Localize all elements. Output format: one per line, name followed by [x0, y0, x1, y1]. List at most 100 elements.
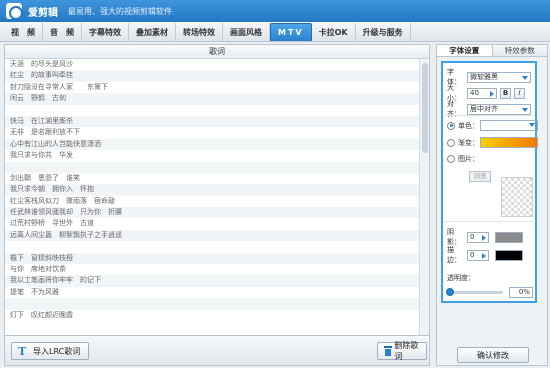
tab-karaoke[interactable]: 卡拉OK — [312, 23, 356, 41]
font-settings-panel: 字体设置 特效参数 字体： 微软雅黑 大小： 40 B I 对齐： 居中对齐 单… — [436, 44, 548, 366]
lyric-line[interactable]: 我只求与你共 华发 — [5, 150, 419, 161]
browse-image-button[interactable]: 浏览 — [469, 171, 491, 182]
align-label: 对齐： — [447, 100, 461, 118]
shadow-label: 阴影： — [447, 228, 461, 246]
single-color-label: 单色： — [458, 121, 479, 130]
tab-mtv[interactable]: MTV — [270, 23, 312, 41]
font-size-value: 40 — [470, 88, 479, 97]
lyric-line[interactable]: 封刀隐没在寻常人家 东篱下 — [5, 82, 419, 93]
image-radio[interactable] — [447, 155, 455, 163]
lyric-line[interactable]: 心中有江山的人岂能快意潇洒 — [5, 138, 419, 151]
divider — [445, 221, 533, 222]
chevron-down-icon — [529, 123, 535, 127]
text-t-icon: T — [18, 344, 27, 358]
lyric-line[interactable]: 无非 是名跟利放不下 — [5, 127, 419, 138]
lyric-line[interactable] — [5, 298, 419, 310]
tab-picture-style[interactable]: 画面风格 — [223, 23, 270, 41]
gradient-label: 渐变： — [458, 138, 479, 147]
trash-icon — [384, 346, 393, 356]
browse-row: 浏览 — [469, 171, 491, 182]
single-color-picker[interactable] — [480, 120, 538, 131]
lyric-line[interactable]: 过荒村野桥 寻世外 古道 — [5, 218, 419, 229]
stroke-value: 0 — [470, 250, 475, 259]
lyric-line[interactable]: 提笔 不为风雅 — [5, 287, 419, 298]
lyric-line[interactable] — [5, 105, 419, 116]
align-row: 对齐： 居中对齐 — [447, 99, 531, 119]
opacity-value[interactable]: 0% — [509, 287, 533, 298]
lyric-line[interactable] — [5, 241, 419, 252]
confirm-changes-button[interactable]: 确认修改 — [457, 347, 529, 363]
stroke-color-picker[interactable] — [495, 249, 523, 261]
lyrics-panel: 歌词 天涯 的尽头是风沙 红尘 的故事叫牵挂 封刀隐没在寻常人家 东篱下 闲云 野鹤 … — [4, 44, 430, 336]
tab-subtitle-effects[interactable]: 字幕特效 — [82, 23, 129, 41]
align-value: 居中对齐 — [470, 104, 498, 113]
tab-font-settings[interactable]: 字体设置 — [437, 45, 493, 56]
lyric-line[interactable]: 灯下 叹红颜近晚霞 — [5, 310, 419, 321]
divider — [445, 115, 533, 116]
lyric-line[interactable]: 红尘 的故事叫牵挂 — [5, 70, 419, 82]
stroke-label: 描边： — [447, 246, 461, 264]
tab-effect-params[interactable]: 特效参数 — [492, 45, 547, 56]
app-slogan: 最易用、强大的视频剪辑软件 — [68, 6, 172, 16]
shadow-stepper[interactable]: 0 — [467, 231, 489, 243]
import-lrc-label: 导入LRC歌词 — [33, 346, 81, 356]
lyric-line[interactable]: 远离人间尘嚣 柳絮飘执子之手逍遥 — [5, 229, 419, 242]
single-color-radio[interactable] — [447, 121, 455, 130]
bold-button[interactable]: B — [500, 87, 511, 99]
gradient-color-picker[interactable] — [480, 137, 538, 148]
tab-audio[interactable]: 音 频 — [43, 23, 82, 41]
chevron-right-icon — [482, 252, 486, 259]
lyrics-toolbar: T 导入LRC歌词 删除歌词 — [4, 336, 430, 366]
align-select[interactable]: 居中对齐 — [467, 103, 531, 115]
delete-lyrics-label: 删除歌词 — [394, 341, 419, 361]
opacity-slider-track[interactable] — [447, 291, 503, 294]
gradient-row: 渐变： — [447, 137, 538, 148]
lyric-line[interactable]: 剑出鞘 恩怨了 谁笑 — [5, 173, 419, 184]
chevron-down-icon — [522, 107, 528, 112]
font-family-value: 微软雅黑 — [470, 72, 498, 81]
shadow-value: 0 — [470, 232, 475, 241]
stroke-stepper[interactable]: 0 — [467, 249, 489, 261]
tab-video[interactable]: 视 频 — [4, 23, 43, 41]
tab-upgrade-service[interactable]: 升级与服务 — [356, 23, 411, 41]
app-logo-icon — [6, 3, 23, 20]
opacity-row: 透明度： — [447, 273, 475, 283]
import-lrc-button[interactable]: T 导入LRC歌词 — [11, 342, 89, 360]
lyrics-list: 天涯 的尽头是风沙 红尘 的故事叫牵挂 封刀隐没在寻常人家 东篱下 闲云 野鹤 古刹快… — [5, 59, 419, 335]
lyric-line[interactable]: 快马 在江湖里厮杀 — [5, 115, 419, 128]
lyric-line[interactable] — [5, 161, 419, 173]
scrollbar-thumb[interactable] — [422, 63, 428, 153]
lyric-line[interactable]: 檐下 窗棂斜映枝桠 — [5, 252, 419, 265]
font-settings-box: 字体： 微软雅黑 大小： 40 B I 对齐： 居中对齐 单色： 渐变： 图片：… — [441, 61, 538, 303]
image-row: 图片： — [447, 154, 480, 164]
opacity-label: 透明度： — [447, 274, 475, 282]
delete-lyrics-button[interactable]: 删除歌词 — [377, 341, 427, 361]
gradient-radio[interactable] — [447, 138, 455, 147]
settings-tabs: 字体设置 特效参数 — [437, 45, 547, 57]
chevron-right-icon — [482, 234, 486, 241]
lyric-line[interactable]: 天涯 的尽头是风沙 — [5, 59, 419, 70]
tab-overlay-material[interactable]: 叠加素材 — [129, 23, 176, 41]
image-preview — [501, 177, 533, 217]
app-name: 爱剪辑 — [28, 7, 58, 19]
tab-transition-effects[interactable]: 转场特效 — [176, 23, 223, 41]
lyric-line[interactable]: 闲云 野鹤 古刹 — [5, 93, 419, 105]
lyric-line[interactable]: 任武林谁领风骚我却 只为你 折腰 — [5, 207, 419, 219]
opacity-slider-handle[interactable] — [446, 288, 454, 296]
shadow-color-picker[interactable] — [495, 231, 523, 243]
shadow-row: 阴影： 0 — [447, 227, 523, 247]
italic-button[interactable]: I — [514, 87, 525, 99]
lyric-line[interactable]: 红尘客栈风似刀 骤雨落 宿命敲 — [5, 196, 419, 207]
stroke-row: 描边： 0 — [447, 245, 523, 265]
chevron-down-icon — [522, 75, 528, 80]
lyric-line[interactable]: 我只求今朝 拥你入 怀抱 — [5, 184, 419, 196]
image-label: 图片： — [458, 155, 479, 163]
font-family-select[interactable]: 微软雅黑 — [467, 71, 531, 83]
single-color-row: 单色： — [447, 120, 538, 131]
main-tab-bar: 视 频 音 频 字幕特效 叠加素材 转场特效 画面风格 MTV 卡拉OK 升级与… — [0, 22, 550, 42]
lyric-line[interactable]: 与你 席地对饮茶 — [5, 264, 419, 275]
lyrics-scrollbar[interactable] — [419, 59, 429, 335]
font-size-stepper[interactable]: 40 — [467, 87, 497, 99]
lyric-line[interactable]: 我以工笔画将你牢牢 的记下 — [5, 275, 419, 287]
title-bar: 爱剪辑 最易用、强大的视频剪辑软件 — [0, 0, 550, 22]
